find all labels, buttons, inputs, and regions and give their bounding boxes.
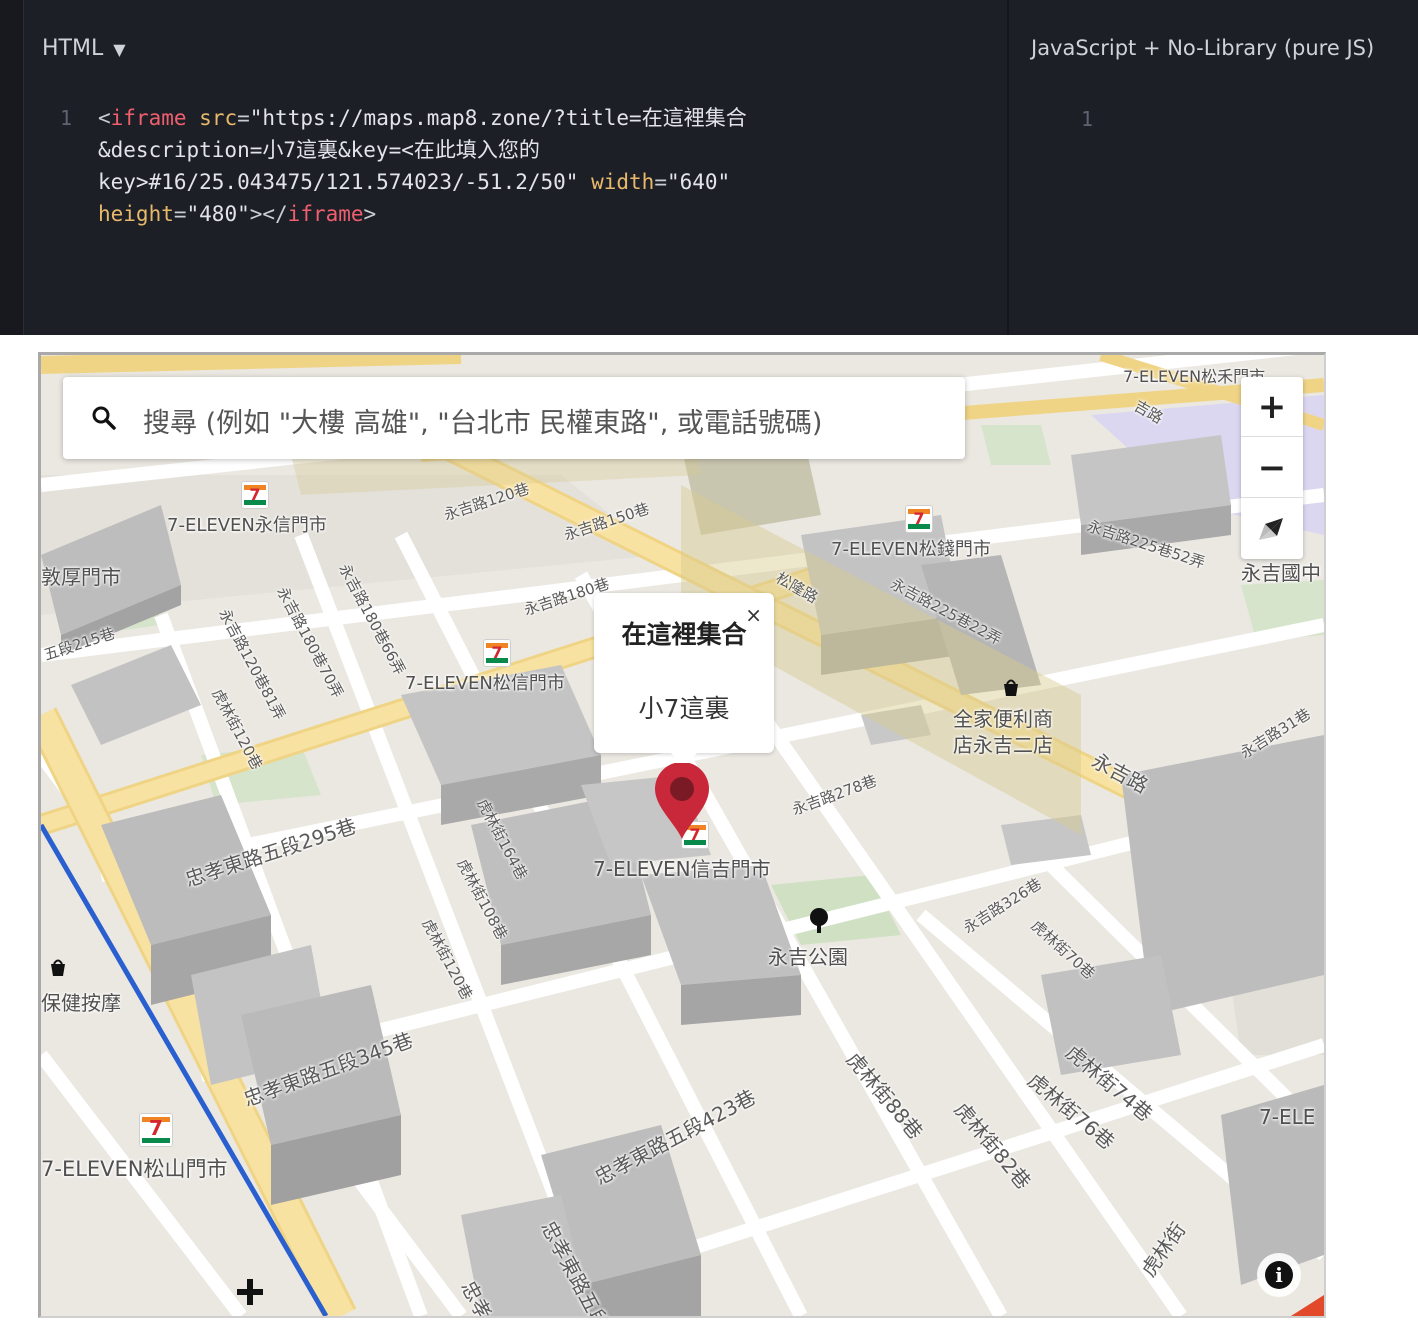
code-punct: = [237,106,250,130]
poi-label[interactable]: 7-ELEVEN松信門市 [405,669,565,695]
shopping-bag-icon [51,959,65,976]
js-pane[interactable]: JavaScript + No-Library (pure JS) 1 [1007,0,1418,335]
search-icon [92,406,116,430]
seven-eleven-icon[interactable]: 7 [241,481,269,509]
js-pane-title[interactable]: JavaScript + No-Library (pure JS) [1031,36,1374,60]
major-road [41,355,462,374]
park-area [981,425,1051,465]
poi-label[interactable]: 7-ELE [1259,1105,1315,1129]
poi-label[interactable]: 店永吉二店 [953,729,1053,758]
plus-icon: + [1257,386,1287,427]
map-navigation-controls: + − [1241,377,1303,559]
search-input[interactable]: 搜尋 (例如 "大樓 高雄", "台北市 民權東路", 或電話號碼) [63,377,965,459]
seven-eleven-icon[interactable]: 7 [483,639,511,667]
seven-eleven-icon[interactable]: 7 [905,505,933,533]
tree-icon [810,908,828,933]
poi-label[interactable]: 敦厚門市 [41,561,121,590]
html-pane[interactable]: HTML ▼ 1 <iframe src="https://maps.map8.z… [24,0,1006,335]
code-tag: iframe [110,106,187,130]
info-button[interactable]: i [1257,1253,1301,1297]
poi-label[interactable]: 7-ELEVEN松錢門市 [831,535,991,561]
minus-icon: − [1257,447,1287,488]
poi-label[interactable]: 全家便利商 [953,703,1053,732]
chevron-down-icon[interactable]: ▼ [113,40,125,59]
code-string: "https://maps.map8.zone/?title=在這裡集合 [249,106,747,130]
poi-label[interactable]: 7-ELEVEN永信門市 [167,511,327,537]
line-number: 1 [1081,107,1094,131]
map-iframe[interactable]: 永吉路120巷 永吉路150巷 永吉路180巷 永吉路180巷66弄 永吉路18… [38,352,1326,1318]
code-editor: HTML ▼ 1 <iframe src="https://maps.map8.z… [0,0,1418,335]
popup-description: 小7這裏 [638,694,730,723]
location-pin-icon[interactable] [653,763,711,841]
poi-label[interactable]: 保健按摩 [41,987,121,1016]
shopping-bag-icon [1004,679,1018,696]
poi-label[interactable]: 7-ELEVEN信吉門市 [593,853,771,882]
code-string: key>#16/25.043475/121.574023/-51.2/50" [98,170,579,194]
compass-icon [1259,518,1283,540]
search-placeholder: 搜尋 (例如 "大樓 高雄", "台北市 民權東路", 或電話號碼) [143,408,823,439]
code-tag: iframe [287,202,364,226]
code-string: &description=小7這裏&key=<在此填入您的 [98,138,540,162]
poi-label[interactable]: 永吉公園 [768,941,848,970]
html-pane-title-label: HTML [42,36,104,61]
seven-eleven-icon[interactable]: 7 [139,1113,173,1147]
code-punct: > [363,202,377,226]
code-attr: height [98,202,174,226]
poi-label[interactable]: 永吉國中 [1241,557,1321,586]
compass-button[interactable] [1241,499,1303,559]
code-punct: < [98,106,111,130]
editor-side-gutter [0,0,24,335]
code-string: "640" [666,170,731,194]
code-punct: = [654,170,667,194]
poi-label[interactable]: 7-ELEVEN松山門市 [41,1153,228,1183]
line-number: 1 [60,106,73,130]
zoom-out-button[interactable]: − [1241,438,1303,498]
code-punct: ></ [249,202,288,226]
code-string: "480" [186,202,250,226]
zoom-in-button[interactable]: + [1241,377,1303,437]
info-icon: i [1265,1261,1293,1289]
code-attr: src [199,106,238,130]
close-icon[interactable]: × [745,603,762,627]
html-pane-title[interactable]: HTML ▼ [42,36,126,61]
html-code[interactable]: <iframe src="https://maps.map8.zone/?tit… [98,102,868,230]
code-attr: width [591,170,655,194]
code-punct: = [173,202,187,226]
marker-popup: 在這裡集合 小7這裏 × [594,593,774,766]
